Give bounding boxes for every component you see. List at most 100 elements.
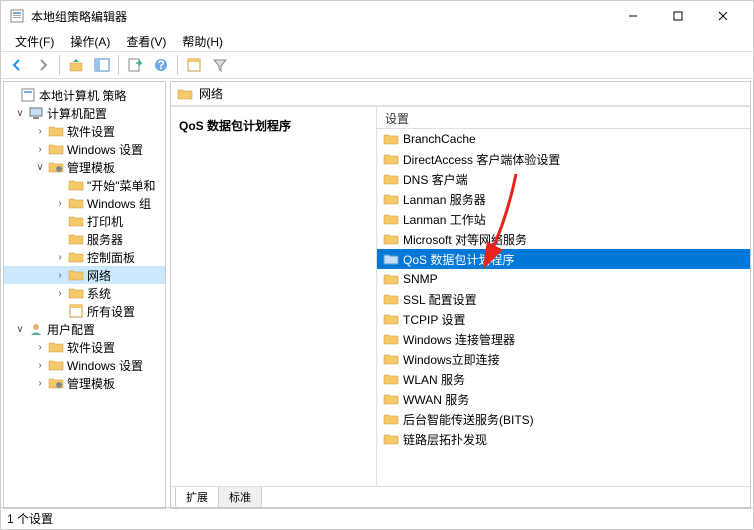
tree-item[interactable]: 服务器 [4,230,165,248]
list-item[interactable]: 链路层拓扑发现 [377,429,750,449]
main-area: 本地计算机 策略 ∨计算机配置 ›软件设置 ›Windows 设置 ∨管理模板 … [1,79,753,511]
list-item-label: QoS 数据包计划程序 [403,251,514,268]
back-button[interactable] [5,53,29,77]
list-item[interactable]: DirectAccess 客户端体验设置 [377,149,750,169]
folder-icon [383,191,399,207]
app-icon [9,8,25,24]
list-item[interactable]: WWAN 服务 [377,389,750,409]
export-button[interactable] [123,53,147,77]
list-item-label: 链路层拓扑发现 [403,431,487,448]
tree-item[interactable]: ›Windows 设置 [4,140,165,158]
header-title: 网络 [199,85,223,102]
list-item[interactable]: Lanman 服务器 [377,189,750,209]
folder-icon [383,331,399,347]
show-hide-tree-button[interactable] [90,53,114,77]
filter-button[interactable] [208,53,232,77]
list-item[interactable]: TCPIP 设置 [377,309,750,329]
menu-file[interactable]: 文件(F) [7,31,62,51]
tab-bar: 扩展 标准 [171,486,750,508]
list-item[interactable]: 后台智能传送服务(BITS) [377,409,750,429]
folder-icon [383,131,399,147]
list-item[interactable]: Microsoft 对等网络服务 [377,229,750,249]
forward-button[interactable] [31,53,55,77]
tree-item[interactable]: "开始"菜单和 [4,176,165,194]
list-item[interactable]: SSL 配置设置 [377,289,750,309]
folder-icon [383,271,399,287]
close-button[interactable] [700,1,745,31]
list-item-label: Windows立即连接 [403,351,500,368]
up-button[interactable] [64,53,88,77]
svg-text:?: ? [157,58,164,72]
tree-user-config[interactable]: ∨用户配置 [4,320,165,338]
tab-standard[interactable]: 标准 [218,487,262,508]
folder-icon [383,291,399,307]
minimize-button[interactable] [610,1,655,31]
status-bar: 1 个设置 [1,507,753,529]
tab-extended[interactable]: 扩展 [175,487,219,508]
list-item[interactable]: DNS 客户端 [377,169,750,189]
list-item-label: Lanman 工作站 [403,211,486,228]
tree-item[interactable]: ›软件设置 [4,122,165,140]
list-item-label: TCPIP 设置 [403,311,465,328]
status-text: 1 个设置 [7,510,53,527]
list-item-label: Windows 连接管理器 [403,331,515,348]
folder-icon [383,391,399,407]
menu-help[interactable]: 帮助(H) [174,31,231,51]
list-item-label: WLAN 服务 [403,371,465,388]
list-item[interactable]: BranchCache [377,129,750,149]
folder-icon [383,171,399,187]
maximize-button[interactable] [655,1,700,31]
list-item[interactable]: Windows立即连接 [377,349,750,369]
tree-item[interactable]: 打印机 [4,212,165,230]
list-item-label: DNS 客户端 [403,171,468,188]
list-item[interactable]: QoS 数据包计划程序 [377,249,750,269]
tree-item[interactable]: ›Windows 设置 [4,356,165,374]
topic-panel: QoS 数据包计划程序 [171,107,376,486]
tree-admin-templates[interactable]: ∨管理模板 [4,158,165,176]
tree-all-settings[interactable]: 所有设置 [4,302,165,320]
tree-network[interactable]: ›网络 [4,266,165,284]
menu-action[interactable]: 操作(A) [62,31,118,51]
folder-icon [383,231,399,247]
folder-icon [383,371,399,387]
toolbar-separator [118,55,119,75]
folder-icon [383,411,399,427]
list-item[interactable]: Windows 连接管理器 [377,329,750,349]
tree-pane[interactable]: 本地计算机 策略 ∨计算机配置 ›软件设置 ›Windows 设置 ∨管理模板 … [3,81,166,509]
toolbar-separator [59,55,60,75]
help-button[interactable]: ? [149,53,173,77]
folder-icon [383,211,399,227]
list-item-label: SNMP [403,272,438,286]
tree-item[interactable]: ›软件设置 [4,338,165,356]
list-item-label: DirectAccess 客户端体验设置 [403,151,560,168]
list-item[interactable]: WLAN 服务 [377,369,750,389]
column-header[interactable]: 设置 [377,107,750,129]
tree-computer-config[interactable]: ∨计算机配置 [4,104,165,122]
menu-bar: 文件(F) 操作(A) 查看(V) 帮助(H) [1,31,753,51]
folder-icon [383,431,399,447]
list-item[interactable]: Lanman 工作站 [377,209,750,229]
properties-button[interactable] [182,53,206,77]
tree-item[interactable]: ›Windows 组 [4,194,165,212]
content-pane: 网络 QoS 数据包计划程序 设置 BranchCache DirectAcces… [170,81,751,509]
list-item-label: Lanman 服务器 [403,191,486,208]
list-item[interactable]: SNMP [377,269,750,289]
settings-list[interactable]: BranchCache DirectAccess 客户端体验设置 DNS 客户端 La… [377,129,750,486]
toolbar-separator [177,55,178,75]
topic-title: QoS 数据包计划程序 [179,119,291,133]
tree-item[interactable]: ›管理模板 [4,374,165,392]
list-item-label: 后台智能传送服务(BITS) [403,411,534,428]
tree-root[interactable]: 本地计算机 策略 [4,86,165,104]
list-item-label: BranchCache [403,132,476,146]
list-item-label: SSL 配置设置 [403,291,477,308]
folder-icon [177,86,193,102]
folder-icon [383,311,399,327]
tree-item[interactable]: ›控制面板 [4,248,165,266]
list-item-label: Microsoft 对等网络服务 [403,231,527,248]
menu-view[interactable]: 查看(V) [118,31,174,51]
folder-icon [383,151,399,167]
folder-icon [383,251,399,267]
tree-item[interactable]: ›系统 [4,284,165,302]
title-bar: 本地组策略编辑器 [1,1,753,31]
window-title: 本地组策略编辑器 [31,8,610,25]
